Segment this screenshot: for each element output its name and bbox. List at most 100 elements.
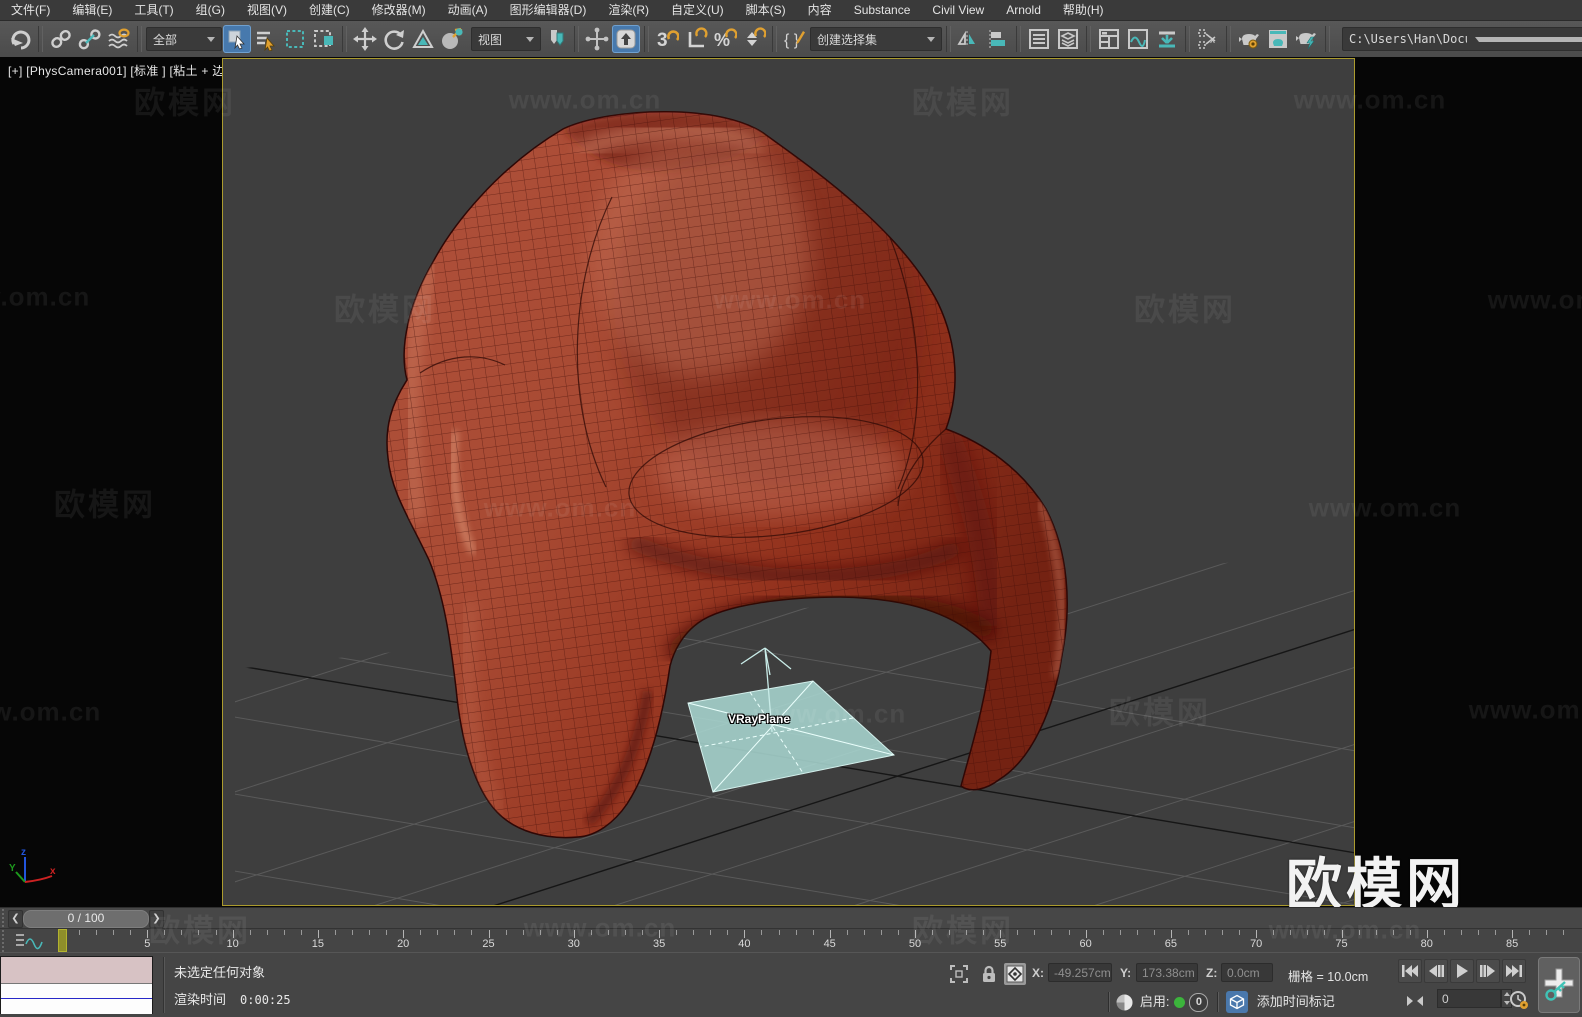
selection-lock-icon[interactable] — [978, 963, 1000, 985]
listener-script-pane[interactable] — [1, 984, 152, 1014]
current-frame-marker[interactable] — [58, 929, 67, 952]
redo-icon[interactable] — [6, 25, 34, 53]
play-button[interactable] — [1450, 959, 1474, 983]
drag-handle[interactable] — [1, 929, 5, 952]
menu-item[interactable]: 工具(T) — [123, 0, 184, 20]
y-field[interactable]: 173.38cm — [1136, 963, 1198, 982]
select-object-icon[interactable] — [223, 25, 251, 53]
angle-snap-icon[interactable] — [682, 25, 710, 53]
curve-editor-icon[interactable] — [1124, 25, 1152, 53]
goto-start-button[interactable] — [1398, 959, 1422, 983]
render-setup-icon[interactable] — [1235, 25, 1263, 53]
align-icon[interactable] — [984, 25, 1012, 53]
ruler-tick — [625, 930, 626, 935]
menu-item[interactable]: 渲染(R) — [597, 0, 660, 20]
rendered-frame-icon[interactable] — [1264, 25, 1292, 53]
ruler-tick — [1120, 930, 1121, 935]
rect-region-icon[interactable] — [281, 25, 309, 53]
spinner-snap-icon[interactable] — [740, 25, 768, 53]
maxscript-mini-listener[interactable] — [0, 956, 153, 1014]
window-crossing-icon[interactable] — [310, 25, 338, 53]
manipulate-icon[interactable] — [583, 25, 611, 53]
menu-item[interactable]: 动画(A) — [437, 0, 499, 20]
adaptive-degradation-icon[interactable] — [1113, 991, 1135, 1013]
ruler-tick — [1444, 930, 1445, 935]
menu-item[interactable]: 修改器(M) — [361, 0, 437, 20]
x-field[interactable]: -49.257cm — [1048, 963, 1112, 982]
absolute-mode-icon[interactable] — [1004, 963, 1026, 985]
y-label: Y: — [1120, 966, 1131, 980]
camera-viewport[interactable]: VRayPlane — [222, 58, 1355, 906]
time-tag-cube-icon[interactable] — [1226, 991, 1248, 1013]
current-frame-field[interactable]: 0 — [1437, 989, 1501, 1008]
refcoord-dropdown[interactable]: 视图 — [471, 27, 541, 51]
percent-snap-icon[interactable]: % — [711, 25, 739, 53]
rotate-icon[interactable] — [380, 25, 408, 53]
menu-item[interactable]: 自定义(U) — [660, 0, 735, 20]
material-editor-icon[interactable] — [1153, 25, 1181, 53]
menu-item[interactable]: Substance — [843, 0, 922, 20]
next-frame-button[interactable] — [1476, 959, 1500, 983]
menu-item[interactable]: 图形编辑器(D) — [499, 0, 598, 20]
menu-item[interactable]: Arnold — [995, 0, 1052, 20]
time-slider-handle[interactable]: 0 / 100 — [23, 910, 149, 928]
render-icon[interactable] — [1293, 25, 1321, 53]
mini-curve-editor-icon[interactable] — [12, 930, 52, 952]
isolate-selection-icon[interactable] — [948, 963, 970, 985]
placement-icon[interactable] — [438, 25, 466, 53]
selection-filter-dropdown[interactable]: 全部 — [146, 27, 222, 51]
schematic-view-icon[interactable]: x — [1194, 25, 1222, 53]
menu-item[interactable]: Civil View — [921, 0, 995, 20]
move-icon[interactable] — [351, 25, 379, 53]
add-time-tag-label[interactable]: 添加时间标记 — [1257, 994, 1335, 1009]
menu-item[interactable]: 创建(C) — [298, 0, 361, 20]
ruler-tick — [1410, 930, 1411, 935]
snap-3d-icon[interactable]: 3 — [653, 25, 681, 53]
project-folder-dropdown[interactable]: C:\Users\Han\Documents\3ds Max 2022 — [1342, 27, 1582, 51]
mirror-icon[interactable] — [955, 25, 983, 53]
z-field[interactable]: 0.0cm — [1221, 963, 1273, 982]
pivot-center-icon[interactable] — [542, 25, 570, 53]
scene-explorer-icon[interactable] — [1025, 25, 1053, 53]
drag-handle[interactable] — [1, 908, 5, 928]
prev-frame-button[interactable] — [1424, 959, 1448, 983]
ruler-tick-label: 65 — [1165, 938, 1177, 950]
menu-item[interactable]: 脚本(S) — [735, 0, 797, 20]
ruler-tick — [693, 930, 694, 935]
set-key-button[interactable] — [1538, 957, 1580, 1013]
listener-macro-pane[interactable] — [1, 957, 152, 984]
ruler-tick — [1324, 930, 1325, 935]
menu-item[interactable]: 组(G) — [185, 0, 236, 20]
track-bar[interactable]: 0510152025303540455055606570758085 — [0, 928, 1582, 952]
menu-item[interactable]: 文件(F) — [0, 0, 61, 20]
keyboard-override-icon[interactable] — [612, 25, 640, 53]
menu-item[interactable]: 帮助(H) — [1052, 0, 1115, 20]
ruler-tick — [267, 930, 268, 935]
frame-forward-button[interactable]: ❯ — [149, 910, 164, 928]
scale-icon[interactable] — [409, 25, 437, 53]
ruler-tick — [506, 930, 507, 935]
unlink-icon[interactable] — [76, 25, 104, 53]
ruler-tick — [1290, 930, 1291, 935]
select-by-name-icon[interactable] — [252, 25, 280, 53]
ruler-tick-label: 60 — [1079, 938, 1091, 950]
selection-set-dropdown[interactable]: 创建选择集 — [810, 27, 942, 51]
ribbon-icon[interactable] — [1095, 25, 1123, 53]
viewport-area[interactable]: [+] [PhysCamera001] [标准 ] [粘土 + 边面 ] — [0, 57, 1582, 907]
degradation-zero-button[interactable]: 0 — [1189, 993, 1208, 1012]
bind-spacewarp-icon[interactable] — [105, 25, 133, 53]
time-config-icon[interactable] — [1508, 989, 1530, 1011]
menu-item[interactable]: 编辑(E) — [61, 0, 123, 20]
frame-back-button[interactable]: ❮ — [8, 910, 23, 928]
ruler-tick — [1478, 930, 1479, 935]
layer-explorer-icon[interactable] — [1054, 25, 1082, 53]
ruler-tick — [932, 930, 933, 935]
named-selection-icon[interactable]: { } — [781, 25, 809, 53]
key-mode-icon[interactable] — [1404, 990, 1426, 1012]
viewport-label[interactable]: [+] [PhysCamera001] [标准 ] [粘土 + 边面 ] — [8, 62, 244, 79]
goto-end-button[interactable] — [1502, 959, 1526, 983]
link-icon[interactable] — [47, 25, 75, 53]
time-slider-track[interactable]: ❮ 0 / 100 ❯ — [0, 907, 1582, 928]
menu-item[interactable]: 视图(V) — [236, 0, 298, 20]
menu-item[interactable]: 内容 — [797, 0, 843, 20]
